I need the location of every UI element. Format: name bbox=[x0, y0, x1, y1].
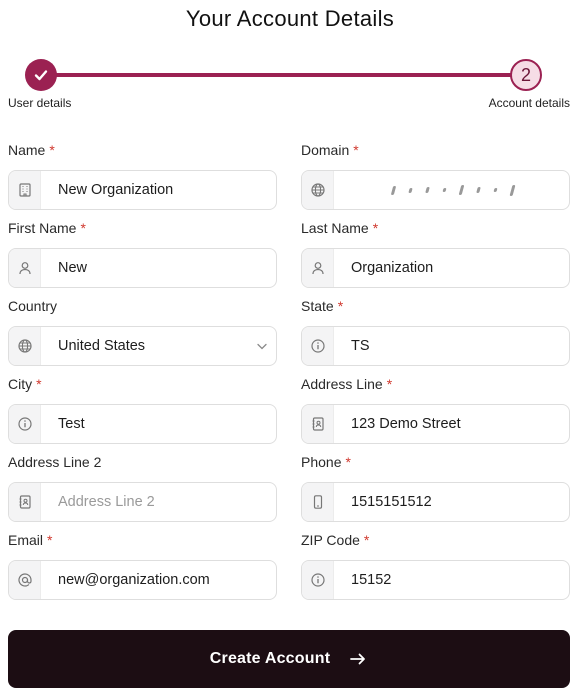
first-name-field-group: First Name * New bbox=[8, 218, 277, 288]
required-mark: * bbox=[80, 220, 86, 236]
phone-field-group: Phone * 1515151512 bbox=[301, 452, 570, 522]
address-line2-input[interactable]: Address Line 2 bbox=[8, 482, 277, 522]
required-mark: * bbox=[47, 532, 53, 548]
country-select[interactable]: United States bbox=[8, 326, 277, 366]
address-line2-placeholder: Address Line 2 bbox=[58, 494, 155, 510]
first-name-value: New bbox=[58, 260, 88, 276]
name-input[interactable]: New Organization bbox=[8, 170, 277, 210]
building-icon bbox=[9, 171, 41, 209]
zip-input[interactable]: 15152 bbox=[301, 560, 570, 600]
state-input[interactable]: TS bbox=[301, 326, 570, 366]
arrow-right-icon bbox=[350, 653, 366, 665]
last-name-field-group: Last Name * Organization bbox=[301, 218, 570, 288]
zip-label: ZIP Code bbox=[301, 532, 360, 548]
email-input[interactable]: new@organization.com bbox=[8, 560, 277, 600]
address-line-input[interactable]: 123 Demo Street bbox=[301, 404, 570, 444]
check-icon bbox=[34, 70, 48, 81]
name-field-group: Name * New Organization bbox=[8, 140, 277, 210]
required-mark: * bbox=[386, 376, 393, 392]
required-mark: * bbox=[337, 298, 344, 314]
last-name-label: Last Name bbox=[301, 220, 369, 236]
step-2-indicator[interactable]: 2 bbox=[510, 59, 542, 91]
address-book-icon bbox=[9, 483, 41, 521]
create-account-label: Create Account bbox=[209, 650, 331, 667]
domain-label: Domain bbox=[301, 142, 350, 158]
required-mark: * bbox=[353, 142, 359, 158]
globe-icon bbox=[302, 171, 334, 209]
required-mark: * bbox=[345, 454, 351, 470]
address-line-label: Address Line bbox=[301, 376, 383, 392]
zip-field-group: ZIP Code * 15152 bbox=[301, 530, 570, 600]
user-icon bbox=[9, 249, 41, 287]
first-name-input[interactable]: New bbox=[8, 248, 277, 288]
info-icon bbox=[9, 405, 41, 443]
address-line2-field-group: Address Line 2 Address Line 2 bbox=[8, 452, 277, 522]
country-label: Country bbox=[8, 298, 58, 314]
email-field-group: Email * new@organization.com bbox=[8, 530, 277, 600]
name-value: New Organization bbox=[58, 182, 174, 198]
step-1-indicator[interactable] bbox=[25, 59, 57, 91]
address-book-icon bbox=[302, 405, 334, 443]
last-name-input[interactable]: Organization bbox=[301, 248, 570, 288]
country-field-group: Country United States bbox=[8, 296, 277, 366]
step-1-label: User details bbox=[8, 96, 72, 110]
at-icon bbox=[9, 561, 41, 599]
email-label: Email bbox=[8, 532, 44, 548]
step-2-label: Account details bbox=[488, 96, 570, 110]
city-value: Test bbox=[58, 416, 85, 432]
user-icon bbox=[302, 249, 334, 287]
phone-icon bbox=[302, 483, 334, 521]
required-mark: * bbox=[372, 220, 379, 236]
page-title: Your Account Details bbox=[185, 6, 395, 31]
required-mark: * bbox=[363, 532, 370, 548]
required-mark: * bbox=[49, 142, 55, 158]
phone-value: 1515151512 bbox=[351, 494, 432, 510]
email-value: new@organization.com bbox=[58, 572, 210, 588]
phone-label: Phone bbox=[301, 454, 342, 470]
globe-icon bbox=[9, 327, 41, 365]
city-label: City bbox=[8, 376, 33, 392]
zip-value: 15152 bbox=[351, 572, 392, 588]
first-name-label: First Name bbox=[8, 220, 77, 236]
domain-value-redacted bbox=[334, 184, 516, 196]
last-name-value: Organization bbox=[351, 260, 434, 276]
chevron-down-icon[interactable] bbox=[248, 339, 276, 353]
country-value: United States bbox=[58, 338, 146, 354]
address-line-field-group: Address Line * 123 Demo Street bbox=[301, 374, 570, 444]
state-value: TS bbox=[351, 338, 370, 354]
state-field-group: State * TS bbox=[301, 296, 570, 366]
stepper: 2 User details Account details bbox=[0, 58, 580, 114]
create-account-button[interactable]: Create Account bbox=[8, 630, 570, 688]
phone-input[interactable]: 1515151512 bbox=[301, 482, 570, 522]
info-icon bbox=[302, 327, 334, 365]
name-label: Name bbox=[8, 142, 46, 158]
step-progress-line bbox=[40, 73, 528, 77]
step-2-number: 2 bbox=[520, 64, 531, 85]
city-input[interactable]: Test bbox=[8, 404, 277, 444]
domain-field-group: Domain * bbox=[301, 140, 570, 210]
address-line-value: 123 Demo Street bbox=[351, 416, 461, 432]
city-field-group: City * Test bbox=[8, 374, 277, 444]
required-mark: * bbox=[36, 376, 42, 392]
state-label: State bbox=[301, 298, 334, 314]
domain-input[interactable] bbox=[301, 170, 570, 210]
info-icon bbox=[302, 561, 334, 599]
address-line2-label: Address Line 2 bbox=[8, 454, 102, 470]
